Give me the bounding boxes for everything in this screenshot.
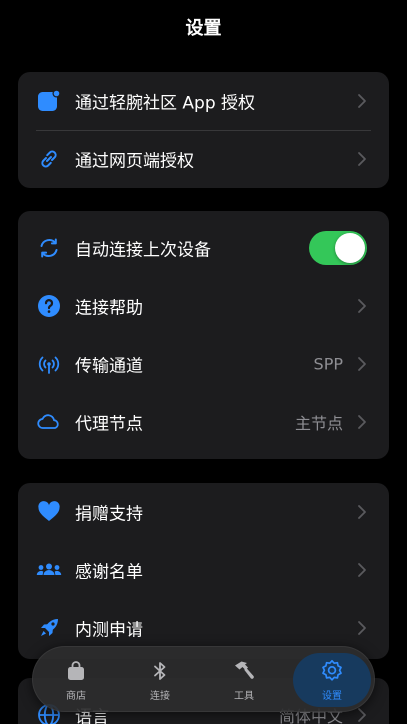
row-transport-channel[interactable]: 传输通道 SPP (18, 335, 389, 393)
toggle-knob (335, 233, 365, 263)
row-donate[interactable]: 捐赠支持 (18, 483, 389, 541)
support-group: 捐赠支持 感谢名单 内测申请 (18, 483, 389, 659)
cloud-icon (36, 409, 62, 435)
tab-label: 设置 (322, 691, 342, 702)
gear-icon (322, 659, 342, 681)
tab-bar: 商店 连接 工具 设置 (32, 646, 375, 712)
settings-screen: 设置 通过轻腕社区 App 授权 通过网页端授权 自动连接上次设备 连接帮助 传… (0, 0, 407, 724)
row-label: 自动连接上次设备 (75, 240, 211, 261)
link-icon (36, 146, 62, 172)
bag-icon (68, 661, 84, 680)
transport-channel-value: SPP (313, 354, 343, 374)
chevron-right-icon (358, 357, 366, 371)
tab-label: 连接 (150, 691, 170, 702)
antenna-icon (36, 351, 62, 377)
row-label: 通过轻腕社区 App 授权 (75, 93, 256, 114)
row-label: 感谢名单 (75, 562, 143, 583)
connection-group: 自动连接上次设备 连接帮助 传输通道 SPP 代理节点 主节点 (18, 211, 389, 459)
row-web-authorization[interactable]: 通过网页端授权 (18, 130, 389, 188)
chevron-right-icon (358, 299, 366, 313)
hammer-icon (235, 661, 254, 679)
bluetooth-icon (154, 662, 166, 680)
row-label: 代理节点 (75, 414, 143, 435)
row-label: 内测申请 (75, 620, 143, 641)
chevron-right-icon (358, 505, 366, 519)
row-auto-connect: 自动连接上次设备 (18, 219, 389, 277)
row-thanks-list[interactable]: 感谢名单 (18, 541, 389, 599)
row-app-authorization[interactable]: 通过轻腕社区 App 授权 (18, 72, 389, 130)
chevron-right-icon (358, 94, 366, 108)
row-label: 通过网页端授权 (75, 151, 194, 172)
row-connection-help[interactable]: 连接帮助 (18, 277, 389, 335)
tab-settings[interactable]: 设置 (293, 653, 371, 707)
chevron-right-icon (358, 415, 366, 429)
square-badge-icon (36, 88, 62, 114)
authorization-group: 通过轻腕社区 App 授权 通过网页端授权 (18, 72, 389, 188)
tab-store[interactable]: 商店 (37, 653, 115, 707)
question-circle-icon (36, 293, 62, 319)
chevron-right-icon (358, 152, 366, 166)
tab-label: 商店 (66, 691, 86, 702)
heart-icon (36, 499, 62, 525)
auto-connect-toggle[interactable] (309, 231, 367, 265)
chevron-right-icon (358, 708, 366, 722)
sync-icon (36, 235, 62, 261)
row-label: 捐赠支持 (75, 504, 143, 525)
row-label: 传输通道 (75, 356, 143, 377)
tab-connect[interactable]: 连接 (121, 653, 199, 707)
row-proxy-node[interactable]: 代理节点 主节点 (18, 393, 389, 451)
page-title: 设置 (185, 18, 222, 39)
row-label: 连接帮助 (75, 298, 143, 319)
proxy-node-value: 主节点 (294, 414, 343, 433)
chevron-right-icon (358, 563, 366, 577)
rocket-icon (36, 615, 62, 641)
tab-tools[interactable]: 工具 (205, 653, 283, 707)
people-icon (36, 557, 62, 583)
chevron-right-icon (358, 621, 366, 635)
tab-label: 工具 (234, 691, 254, 702)
